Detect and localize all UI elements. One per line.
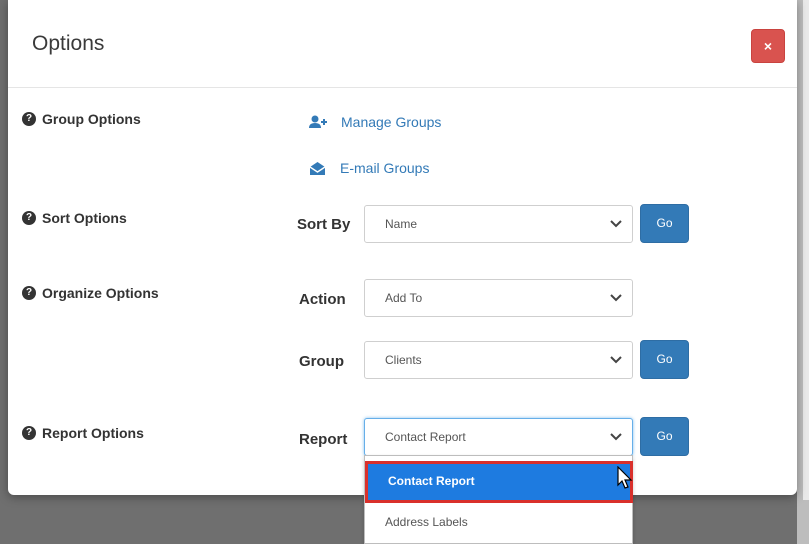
modal-header: Options × [8, 0, 797, 88]
report-label: Report [299, 431, 348, 448]
chevron-down-icon [610, 433, 622, 441]
chevron-down-icon [610, 294, 622, 302]
group-value: Clients [385, 353, 422, 367]
organize-options-label: ? Organize Options [22, 285, 159, 301]
sort-by-value: Name [385, 217, 418, 231]
question-circle-icon[interactable]: ? [22, 112, 36, 126]
sort-by-select[interactable]: Name [364, 205, 633, 243]
mouse-pointer-icon [617, 466, 633, 489]
backdrop [797, 0, 809, 544]
chevron-down-icon [610, 220, 622, 228]
email-groups-text: E-mail Groups [340, 160, 430, 176]
manage-groups-link[interactable]: Manage Groups [309, 114, 441, 130]
organize-go-button[interactable]: Go [640, 340, 689, 379]
action-value: Add To [385, 291, 423, 305]
sort-options-text: Sort Options [42, 210, 127, 226]
report-go-button[interactable]: Go [640, 417, 689, 456]
envelope-open-icon [309, 161, 326, 175]
action-label: Action [299, 291, 346, 308]
report-dropdown-list: Contact Report Address Labels [364, 455, 633, 544]
report-options-text: Report Options [42, 425, 144, 441]
user-plus-icon [309, 115, 327, 128]
question-circle-icon[interactable]: ? [22, 426, 36, 440]
sort-options-label: ? Sort Options [22, 210, 127, 226]
modal-title: Options [32, 32, 105, 55]
group-options-label: ? Group Options [22, 111, 141, 127]
organize-options-text: Organize Options [42, 285, 159, 301]
dropdown-option-address-labels[interactable]: Address Labels [365, 505, 632, 539]
backdrop-strip [803, 0, 809, 500]
dropdown-option-contact-report[interactable]: Contact Report [365, 461, 633, 503]
group-select[interactable]: Clients [364, 341, 633, 379]
close-button[interactable]: × [751, 29, 785, 63]
group-options-text: Group Options [42, 111, 141, 127]
chevron-down-icon [610, 356, 622, 364]
manage-groups-text: Manage Groups [341, 114, 442, 130]
question-circle-icon[interactable]: ? [22, 211, 36, 225]
question-circle-icon[interactable]: ? [22, 286, 36, 300]
sort-by-label: Sort By [297, 216, 351, 233]
report-options-label: ? Report Options [22, 425, 144, 441]
group-label: Group [299, 353, 344, 370]
sort-go-button[interactable]: Go [640, 204, 689, 243]
report-select[interactable]: Contact Report [364, 418, 633, 456]
email-groups-link[interactable]: E-mail Groups [309, 160, 429, 176]
action-select[interactable]: Add To [364, 279, 633, 317]
report-value: Contact Report [385, 430, 466, 444]
